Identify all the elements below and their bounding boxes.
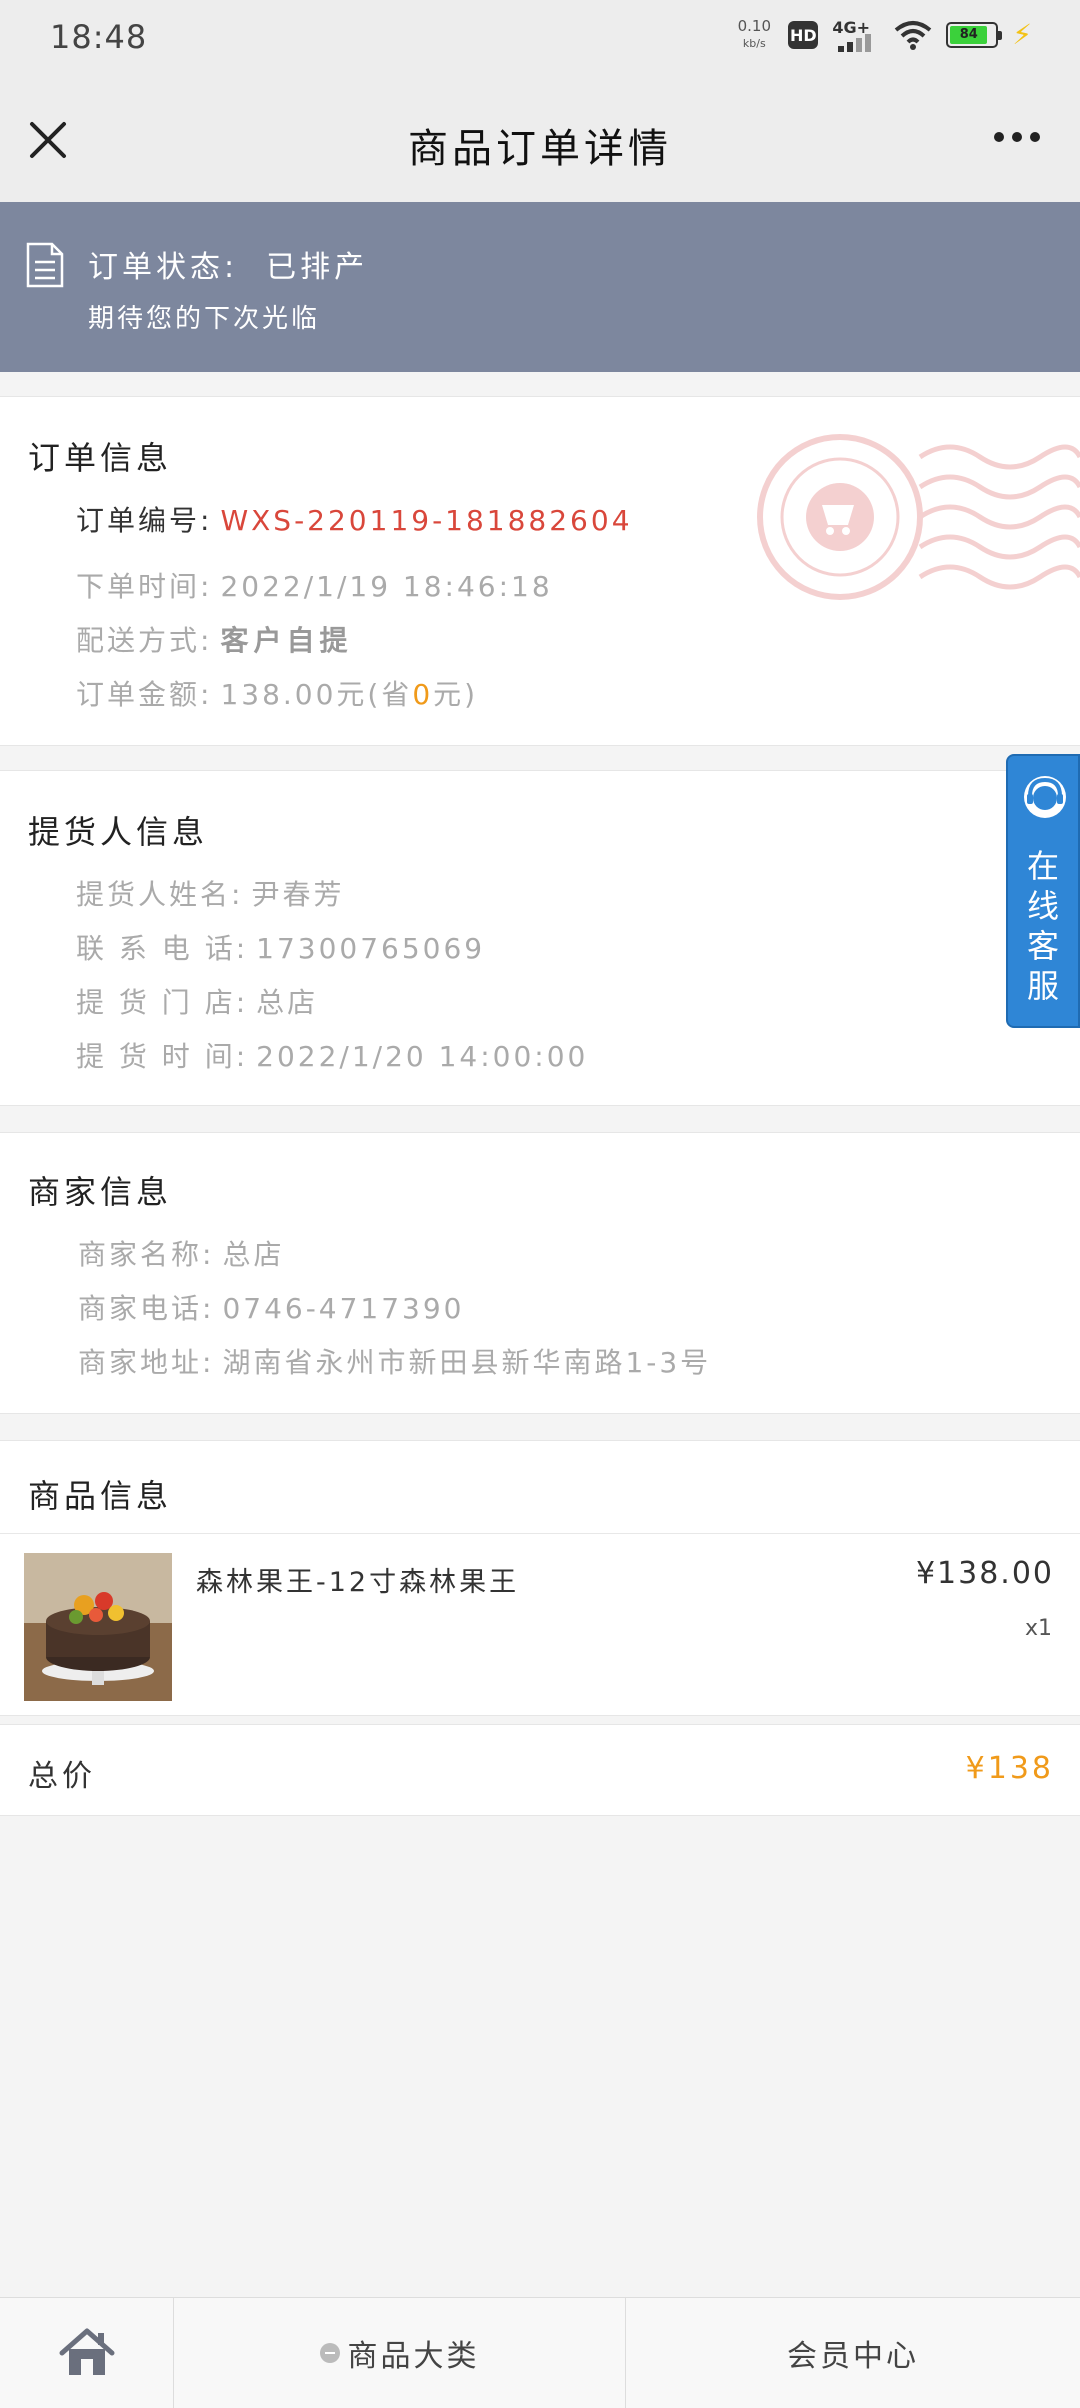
section-title-product-info: 商品信息 (28, 1477, 173, 1515)
pickup-name-label: 提货人姓名: (76, 878, 244, 911)
order-time-row: 下单时间: 2022/1/19 18:46:18 (76, 565, 553, 605)
more-menu-icon[interactable] (994, 132, 1040, 142)
battery-icon: 84 (946, 22, 1003, 48)
order-amount-value: 138.00元(省 (220, 678, 413, 711)
order-amount-suffix: 元) (433, 678, 479, 711)
online-service-button[interactable]: 在 线 客 服 (1006, 754, 1080, 1028)
pickup-name-row: 提货人姓名: 尹春芳 (76, 873, 344, 913)
pickup-store-row: 提 货 门 店: 总店 (76, 981, 318, 1021)
pickup-name-value: 尹春芳 (251, 878, 345, 911)
online-service-label: 在 线 客 服 (1008, 846, 1078, 1006)
nav-product-categories[interactable]: 商品大类 (174, 2298, 626, 2408)
pickup-time-label: 提 货 时 间: (76, 1040, 249, 1073)
section-divider (0, 1533, 1080, 1534)
net-speed-unit: kb/s (742, 37, 766, 50)
pickup-store-label: 提 货 门 店: (76, 986, 249, 1019)
status-icons: 0.10 kb/s HD 4G+ 84 ⚡ (734, 18, 1032, 52)
category-menu-icon (319, 2343, 340, 2363)
pickup-phone-row: 联 系 电 话: 17300765069 (76, 927, 485, 967)
order-amount-row: 订单金额: 138.00元(省0元) (76, 673, 478, 713)
nav-member-center-label: 会员中心 (787, 2339, 919, 2374)
nav-home[interactable] (0, 2298, 174, 2408)
charging-icon: ⚡ (1012, 18, 1032, 51)
wifi-icon (895, 21, 932, 50)
online-service-label-1: 在 (1026, 847, 1059, 885)
home-icon (59, 2328, 114, 2375)
merchant-info-card: 商家信息 商家名称: 总店 商家电话: 0746-4717390 商家地址: 湖南省永… (0, 1132, 1080, 1414)
pickup-phone-label: 联 系 电 话: (76, 932, 249, 965)
order-status-label: 订单状态: (88, 250, 239, 285)
net-speed-value: 0.10 (737, 17, 772, 35)
online-service-label-4: 服 (1026, 967, 1059, 1005)
net-speed: 0.10 kb/s (734, 18, 774, 52)
section-title-merchant-info: 商家信息 (28, 1173, 173, 1211)
merchant-phone-label: 商家电话: (78, 1292, 215, 1325)
delivery-method-row: 配送方式: 客户自提 (76, 619, 352, 659)
order-amount-saved: 0 (412, 678, 434, 711)
online-service-label-2: 线 (1026, 887, 1059, 925)
product-quantity: x1 (1024, 1616, 1052, 1641)
merchant-name-row: 商家名称: 总店 (78, 1233, 284, 1273)
page-title: 商品订单详情 (408, 126, 672, 172)
nav-member-center[interactable]: 会员中心 (626, 2298, 1080, 2408)
thanks-message: 期待您的下次光临 (88, 304, 321, 334)
customer-service-icon (1024, 776, 1066, 818)
battery-level: 84 (950, 26, 988, 44)
collection-stamp (757, 434, 1080, 600)
pickup-info-card: 提货人信息 提货人姓名: 尹春芳 联 系 电 话: 17300765069 提 货 … (0, 770, 1080, 1106)
order-info-card: 订单信息 订单编号: WXS-220119-181882604 下单时间: 2022… (0, 396, 1080, 746)
nav-product-categories-label: 商品大类 (347, 2339, 480, 2374)
merchant-address-label: 商家地址: (78, 1346, 215, 1379)
delivery-method-label: 配送方式: (76, 624, 213, 657)
online-service-label-3: 客 (1026, 927, 1059, 965)
section-title-pickup-info: 提货人信息 (28, 813, 209, 851)
cake-image (24, 1553, 172, 1701)
product-name[interactable]: 森林果王-12寸森林果王 (196, 1560, 519, 1599)
merchant-name-label: 商家名称: (78, 1238, 215, 1271)
delivery-method-value: 客户自提 (220, 624, 353, 657)
order-number-row: 订单编号: WXS-220119-181882604 (76, 499, 633, 539)
status-bar: 18:48 0.10 kb/s HD 4G+ 84 ⚡ (0, 0, 1080, 76)
merchant-address-value: 湖南省永州市新田县新华南路1-3号 (222, 1346, 712, 1379)
order-status: 订单状态: 已排产 (88, 242, 368, 286)
document-icon (26, 242, 64, 288)
title-bar: 商品订单详情 (0, 76, 1080, 202)
order-amount-label: 订单金额: (76, 678, 213, 711)
pickup-time-row: 提 货 时 间: 2022/1/20 14:00:00 (76, 1035, 588, 1075)
cellular-signal-icon: 4G+ (832, 18, 880, 52)
order-time-value: 2022/1/19 18:46:18 (220, 570, 553, 603)
order-time-label: 下单时间: (76, 570, 213, 603)
order-number-value: WXS-220119-181882604 (220, 504, 633, 537)
bottom-navigation: 商品大类 会员中心 (0, 2297, 1080, 2408)
order-status-value: 已排产 (266, 250, 369, 285)
pickup-time-value: 2022/1/20 14:00:00 (256, 1040, 589, 1073)
product-image[interactable] (24, 1553, 172, 1701)
pickup-store-value: 总店 (256, 986, 319, 1019)
section-title-order-info: 订单信息 (28, 439, 173, 477)
pickup-phone-value: 17300765069 (256, 932, 486, 965)
total-value: ¥138 (965, 1751, 1054, 1786)
merchant-address-row: 商家地址: 湖南省永州市新田县新华南路1-3号 (78, 1341, 711, 1381)
total-label: 总价 (28, 1759, 96, 1794)
merchant-phone-row: 商家电话: 0746-4717390 (78, 1287, 465, 1327)
product-price: ¥138.00 (915, 1556, 1054, 1591)
merchant-phone-value[interactable]: 0746-4717390 (222, 1292, 464, 1325)
order-number-label: 订单编号: (76, 504, 213, 537)
hd-icon: HD (788, 21, 819, 49)
status-time: 18:48 (50, 18, 148, 56)
merchant-name-value: 总店 (222, 1238, 285, 1271)
total-price-row: 总价 ¥138 (0, 1724, 1080, 1816)
order-status-banner: 订单状态: 已排产 期待您的下次光临 (0, 202, 1080, 372)
